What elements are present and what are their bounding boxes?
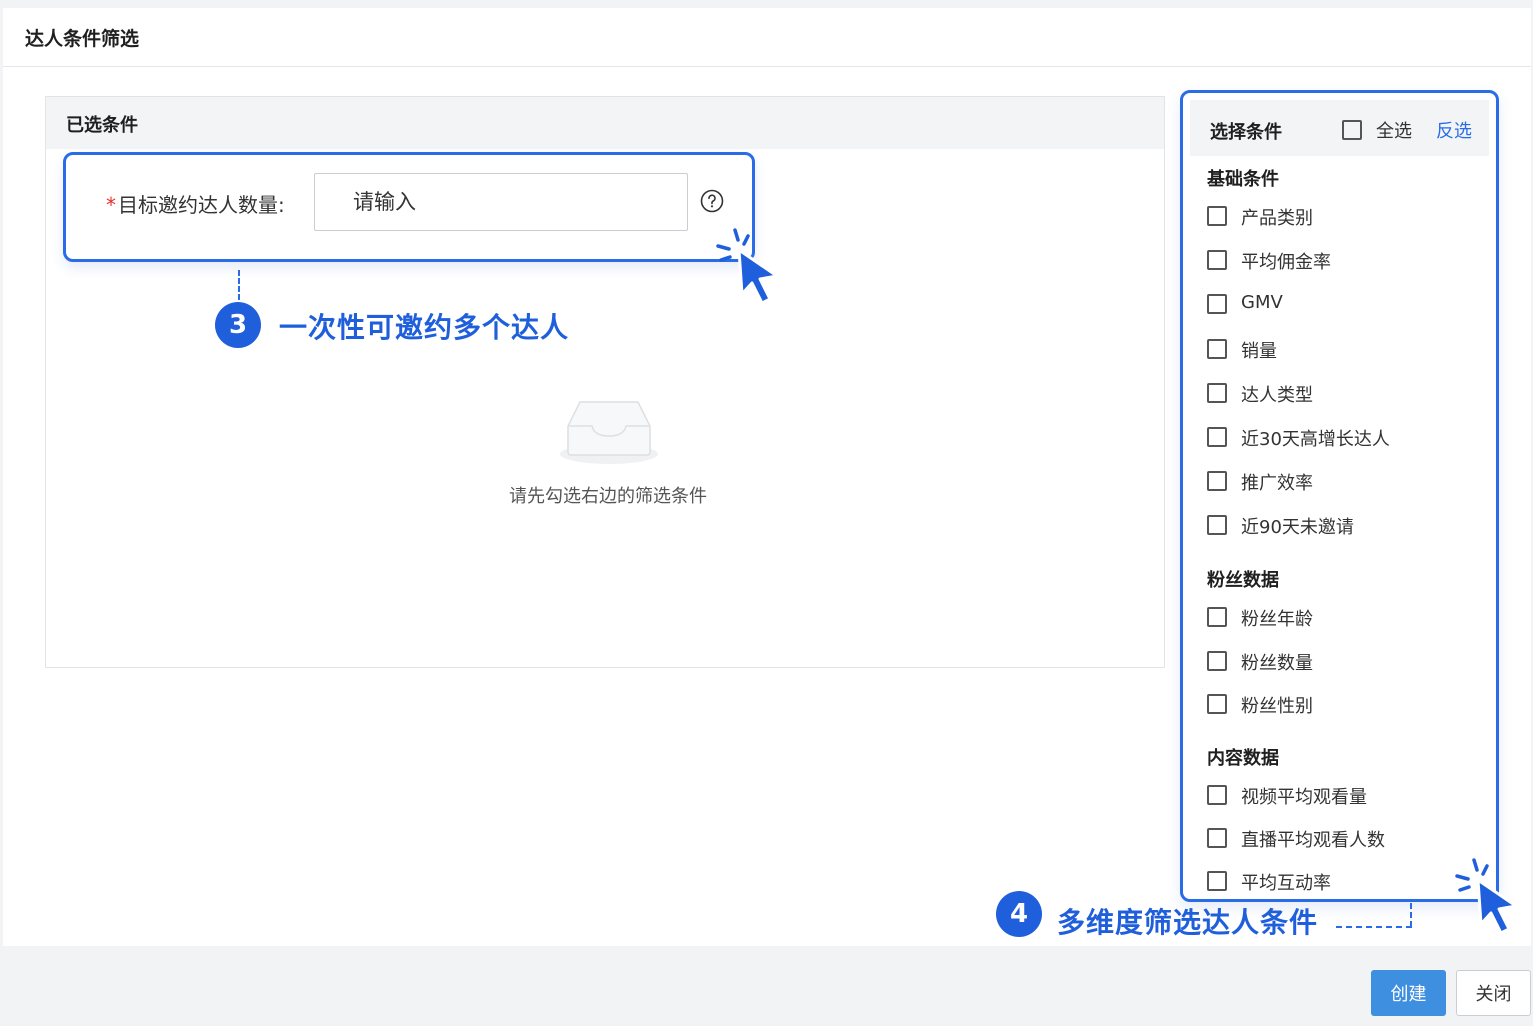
condition-label[interactable]: 粉丝年龄 (1241, 605, 1313, 631)
condition-item[interactable]: 直播平均观看人数 (1207, 826, 1477, 852)
target-count-label: * 目标邀约达人数量: (106, 189, 285, 218)
condition-label[interactable]: GMV (1241, 292, 1283, 313)
condition-item[interactable]: 粉丝数量 (1207, 649, 1477, 675)
condition-item[interactable]: 平均互动率 (1207, 869, 1477, 895)
target-count-input[interactable] (314, 173, 688, 231)
close-button[interactable]: 关闭 (1456, 970, 1531, 1016)
condition-checkbox[interactable] (1207, 785, 1227, 805)
callout-connector-4-vertical (1410, 903, 1412, 927)
condition-checkbox[interactable] (1207, 471, 1227, 491)
target-count-field-box: * 目标邀约达人数量: (63, 152, 755, 262)
condition-item[interactable]: 粉丝性别 (1207, 692, 1477, 718)
condition-panel-title: 选择条件 (1210, 122, 1282, 143)
empty-state-text: 请先勾选右边的筛选条件 (509, 486, 707, 507)
create-button[interactable]: 创建 (1371, 970, 1446, 1016)
condition-checkbox[interactable] (1207, 515, 1227, 535)
condition-label[interactable]: 平均互动率 (1241, 869, 1331, 895)
dialog-title: 达人条件筛选 (25, 28, 140, 50)
step-3-badge: 3 (215, 302, 261, 348)
condition-label[interactable]: 视频平均观看量 (1241, 783, 1367, 809)
condition-checkbox[interactable] (1207, 427, 1227, 447)
condition-checkbox[interactable] (1207, 250, 1227, 270)
condition-label[interactable]: 推广效率 (1241, 469, 1313, 495)
question-circle-icon[interactable] (700, 189, 724, 213)
step-4-badge: 4 (996, 891, 1042, 937)
filter-dialog: 达人条件筛选 已选条件 *目标邀约达人数量: 3 一次性可邀约多个达人 (3, 8, 1531, 946)
callout-connector-4 (1336, 926, 1412, 928)
selected-panel-title: 已选条件 (66, 115, 138, 136)
condition-checkbox[interactable] (1207, 694, 1227, 714)
target-count-label-text: 目标邀约达人数量: (118, 193, 285, 217)
condition-checkbox[interactable] (1207, 206, 1227, 226)
condition-label[interactable]: 平均佣金率 (1241, 248, 1331, 274)
condition-select-panel: 选择条件 全选 反选 基础条件产品类别平均佣金率 GMV 销量达人类型近30天高增长… (1180, 90, 1499, 902)
condition-item[interactable]: 平均佣金率 (1207, 248, 1477, 274)
condition-item[interactable]: 视频平均观看量 (1207, 783, 1477, 809)
select-all-checkbox[interactable] (1342, 120, 1362, 140)
condition-item[interactable]: 粉丝年龄 (1207, 605, 1477, 631)
condition-label[interactable]: 近90天未邀请 (1241, 513, 1354, 539)
dialog-header: 达人条件筛选 (3, 8, 1531, 67)
condition-label[interactable]: 近30天高增长达人 (1241, 425, 1390, 451)
condition-item[interactable]: 产品类别 (1207, 204, 1477, 230)
condition-group-title: 基础条件 (1207, 169, 1279, 190)
condition-panel-header: 选择条件 全选 反选 (1190, 100, 1489, 156)
condition-checkbox[interactable] (1207, 339, 1227, 359)
condition-checkbox[interactable] (1207, 828, 1227, 848)
empty-inbox-icon (560, 401, 658, 464)
condition-item[interactable]: GMV (1207, 292, 1477, 316)
condition-item[interactable]: 近30天高增长达人 (1207, 425, 1477, 451)
pointer-cursor-icon (716, 228, 779, 305)
invert-selection-link[interactable]: 反选 (1436, 117, 1472, 143)
condition-item[interactable]: 销量 (1207, 337, 1477, 363)
condition-checkbox[interactable] (1207, 871, 1227, 891)
select-all-label[interactable]: 全选 (1376, 117, 1412, 143)
pointer-cursor-icon (1455, 858, 1518, 935)
condition-label[interactable]: 粉丝性别 (1241, 692, 1313, 718)
condition-item[interactable]: 达人类型 (1207, 381, 1477, 407)
condition-label[interactable]: 达人类型 (1241, 381, 1313, 407)
condition-checkbox[interactable] (1207, 383, 1227, 403)
callout-connector-3 (238, 270, 240, 300)
condition-item[interactable]: 推广效率 (1207, 469, 1477, 495)
required-mark: * (106, 193, 116, 217)
step-4-text: 多维度筛选达人条件 (1057, 906, 1319, 939)
condition-label[interactable]: 粉丝数量 (1241, 649, 1313, 675)
condition-group-title: 内容数据 (1207, 748, 1279, 769)
condition-label[interactable]: 销量 (1241, 337, 1277, 363)
condition-checkbox[interactable] (1207, 607, 1227, 627)
condition-item[interactable]: 近90天未邀请 (1207, 513, 1477, 539)
step-3-text: 一次性可邀约多个达人 (279, 311, 570, 344)
condition-checkbox[interactable] (1207, 294, 1227, 314)
condition-label[interactable]: 产品类别 (1241, 204, 1313, 230)
condition-checkbox[interactable] (1207, 651, 1227, 671)
selected-panel-header: 已选条件 (46, 97, 1164, 149)
condition-group-title: 粉丝数据 (1207, 570, 1279, 591)
condition-label[interactable]: 直播平均观看人数 (1241, 826, 1385, 852)
